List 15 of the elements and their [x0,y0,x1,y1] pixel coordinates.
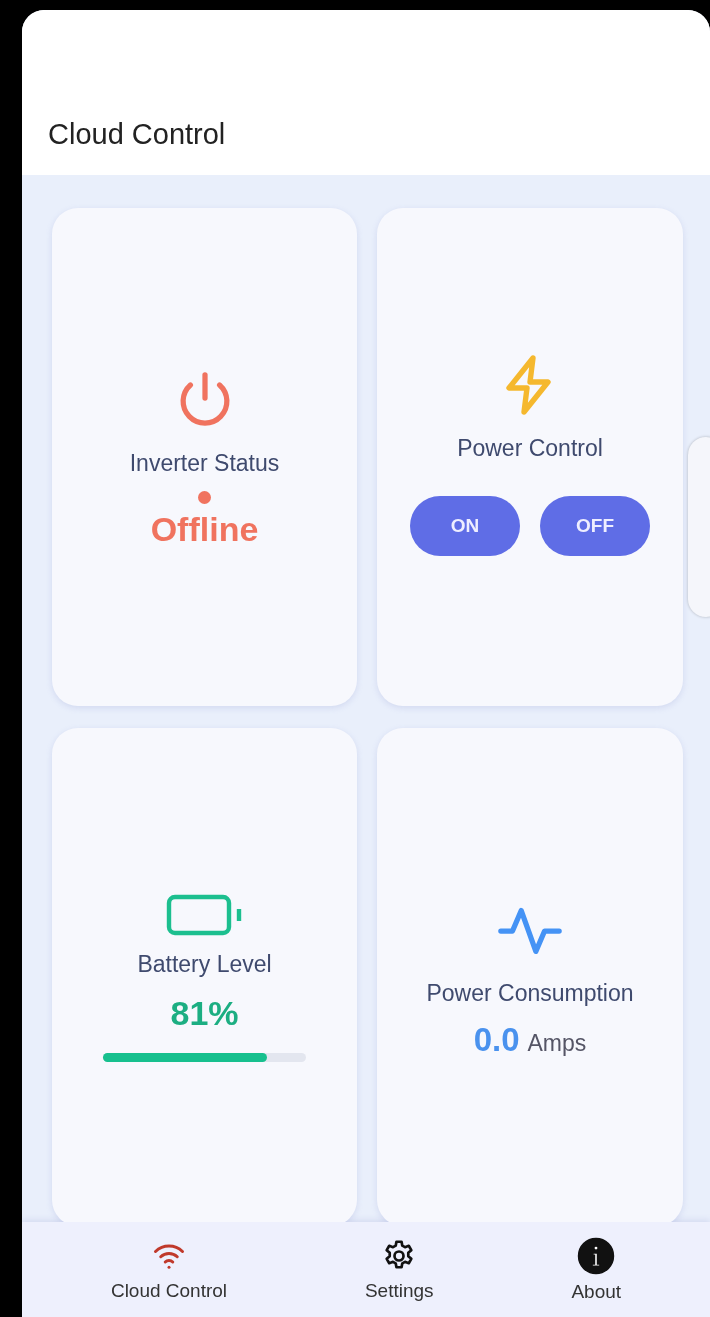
status-value: Offline [150,509,259,549]
nav-item[interactable]: About [565,1222,628,1317]
consumption-value: 0.0 [473,1020,520,1059]
power-button[interactable]: ON [410,495,520,556]
nav-item[interactable]: Settings [358,1222,440,1317]
consumption-unit: Amps [527,1029,587,1057]
screen-title: Cloud Control [48,118,226,151]
nav-item[interactable]: Cloud Control [104,1222,234,1317]
card-label: Power Control [457,434,603,462]
info-icon [577,1236,616,1275]
battery-value: 81% [170,993,239,1033]
card-label: Power Consumption [426,979,634,1007]
power-button[interactable]: OFF [540,495,650,556]
card-label: Battery Level [137,950,272,978]
card-label: Inverter Status [129,449,280,477]
